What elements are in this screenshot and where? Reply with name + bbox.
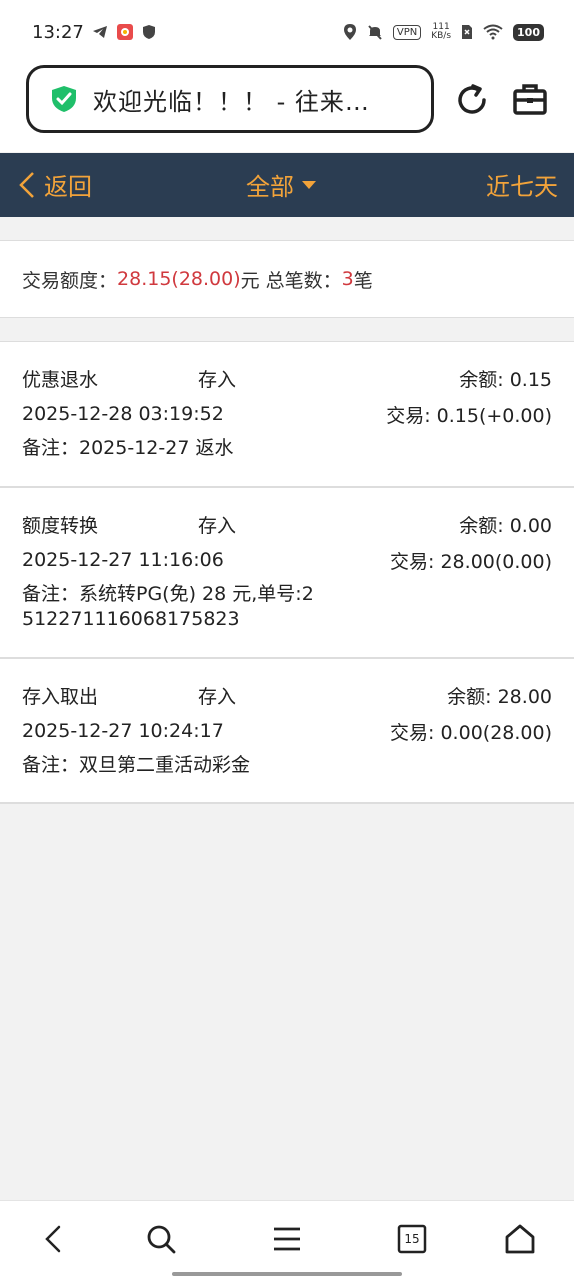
count-value: 3 [341, 268, 354, 290]
home-icon [505, 1224, 535, 1254]
telegram-icon [92, 25, 108, 39]
wifi-icon [483, 24, 503, 40]
back-button[interactable]: 返回 [18, 167, 92, 202]
location-icon [343, 23, 357, 41]
amount-label: 交易额度： [22, 269, 118, 292]
transaction-record: 额度转换 存入 余额: 0.00 2025-12-27 11:16:06 交易:… [0, 488, 574, 659]
record-type: 额度转换 [22, 514, 99, 537]
transaction-list: 优惠退水 存入 余额: 0.15 2025-12-28 03:19:52 交易:… [0, 341, 574, 804]
date-range-button[interactable]: 近七天 [486, 167, 558, 202]
reload-icon [458, 84, 486, 114]
record-direction: 存入 [198, 685, 237, 708]
record-balance: 余额: 0.15 [459, 368, 552, 391]
count-label: 总笔数： [265, 269, 342, 292]
status-bar: 13:27 VPN 111 KB/s 100 [0, 0, 574, 64]
tab-count: 15 [404, 1232, 420, 1246]
record-transaction: 交易: 0.00(28.00) [390, 721, 552, 744]
reload-button[interactable] [452, 80, 492, 120]
browser-toolbar: 欢迎光临！！！ - 往来… [0, 64, 574, 152]
status-time: 13:27 [32, 21, 84, 43]
record-time: 2025-12-27 10:24:17 [22, 720, 224, 742]
shield-status-icon [142, 24, 156, 40]
record-transaction: 交易: 28.00(0.00) [390, 550, 552, 573]
secure-shield-icon [51, 85, 77, 113]
amount-unit: 元 [240, 269, 260, 292]
record-balance: 余额: 0.00 [459, 514, 552, 537]
no-sim-icon [461, 24, 473, 40]
transaction-record: 优惠退水 存入 余额: 0.15 2025-12-28 03:19:52 交易:… [0, 342, 574, 488]
record-transaction: 交易: 0.15(+0.00) [386, 404, 552, 427]
amount-value: 28.15(28.00) [117, 268, 241, 290]
search-button[interactable] [143, 1221, 179, 1257]
toolbox-button[interactable] [510, 80, 550, 120]
browser-bottom-nav: 15 [0, 1200, 574, 1280]
chevron-left-icon [45, 1225, 61, 1253]
record-note: 备注：系统转PG(免) 28 元,单号:2512271116068175823 [22, 583, 314, 630]
tabs-button[interactable]: 15 [394, 1221, 430, 1257]
page-title: 欢迎光临！！！ - 往来… [93, 87, 370, 116]
record-note: 备注：2025-12-27 返水 [22, 437, 234, 459]
transaction-summary: 交易额度： 28.15(28.00) 元 总笔数： 3 笔 [0, 240, 574, 318]
count-unit: 笔 [353, 269, 373, 292]
app-notification-icon [116, 23, 134, 41]
menu-icon [274, 1227, 300, 1251]
chevron-left-icon [19, 171, 34, 198]
battery-indicator: 100 [513, 23, 544, 41]
address-bar[interactable]: 欢迎光临！！！ - 往来… [26, 65, 434, 133]
speed-unit: KB/s [431, 31, 452, 41]
filter-dropdown[interactable]: 全部 [246, 167, 316, 202]
home-indicator[interactable] [172, 1272, 402, 1276]
menu-button[interactable] [269, 1221, 305, 1257]
filter-label: 全部 [246, 173, 294, 201]
mute-icon [367, 24, 383, 40]
caret-down-icon [302, 180, 316, 189]
record-time: 2025-12-28 03:19:52 [22, 403, 224, 425]
back-nav-button[interactable] [35, 1221, 71, 1257]
vpn-badge: VPN [392, 24, 422, 40]
record-type: 优惠退水 [22, 368, 99, 391]
record-note: 备注：双旦第二重活动彩金 [22, 754, 251, 776]
search-icon [147, 1225, 176, 1254]
record-type: 存入取出 [22, 685, 99, 708]
record-direction: 存入 [198, 514, 237, 537]
record-time: 2025-12-27 11:16:06 [22, 549, 224, 571]
network-speed: 111 KB/s [431, 23, 451, 41]
nav-header: 返回 全部 近七天 [0, 153, 574, 217]
record-balance: 余额: 28.00 [447, 685, 552, 708]
back-label: 返回 [44, 173, 92, 201]
record-direction: 存入 [198, 368, 237, 391]
home-button[interactable] [502, 1221, 538, 1257]
transaction-record: 存入取出 存入 余额: 28.00 2025-12-27 10:24:17 交易… [0, 659, 574, 804]
toolbox-icon [513, 84, 547, 115]
